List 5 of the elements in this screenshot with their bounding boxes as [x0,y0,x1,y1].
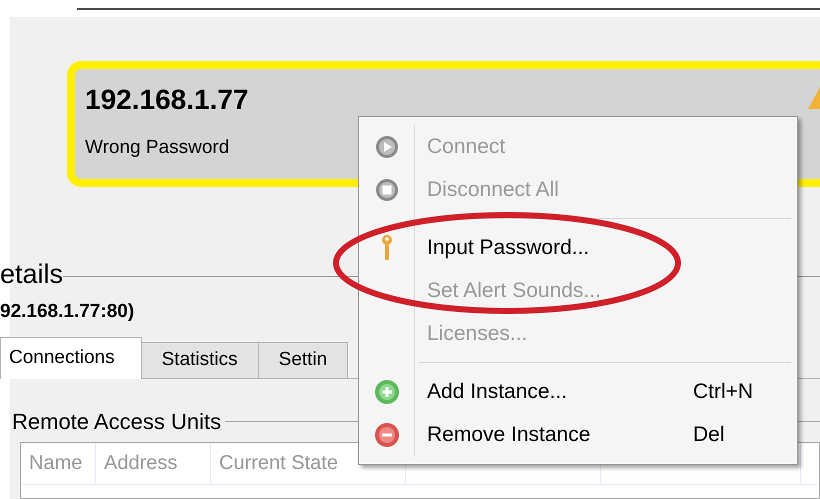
group-title: Remote Access Units [11,408,222,436]
section-subtitle: 92.168.1.77:80) [0,300,136,324]
section-title: etails [0,259,64,289]
device-status: Wrong Password [85,136,230,160]
device-address: 192.168.1.77 [85,83,248,117]
